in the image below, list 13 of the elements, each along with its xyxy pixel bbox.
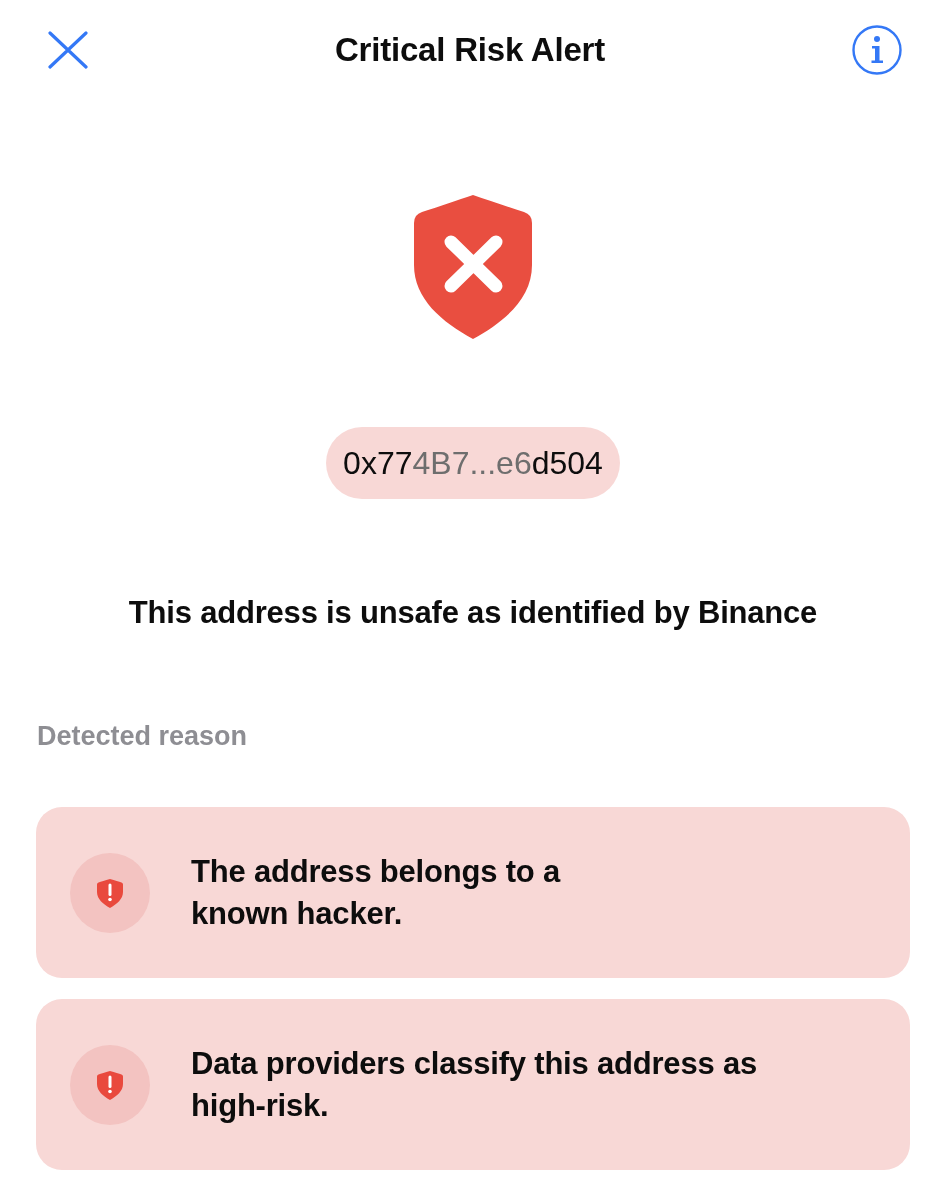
close-icon <box>48 31 88 69</box>
reason-text: Data providers classify this address as high-risk. <box>191 1044 757 1125</box>
info-icon <box>852 25 902 75</box>
info-button[interactable] <box>852 25 902 75</box>
address-pill: 0x774B7...e6d504 <box>326 427 620 499</box>
warning-message: This address is unsafe as identified by Binance <box>127 594 819 632</box>
close-button[interactable] <box>48 31 88 69</box>
section-heading: Detected reason <box>37 720 249 753</box>
shield-alert-icon <box>70 1044 150 1125</box>
shield-x-icon <box>414 195 532 339</box>
reason-text: The address belongs to a known hacker. <box>191 852 560 933</box>
shield-alert-icon <box>70 852 150 933</box>
page-title: Critical Risk Alert <box>334 31 606 69</box>
